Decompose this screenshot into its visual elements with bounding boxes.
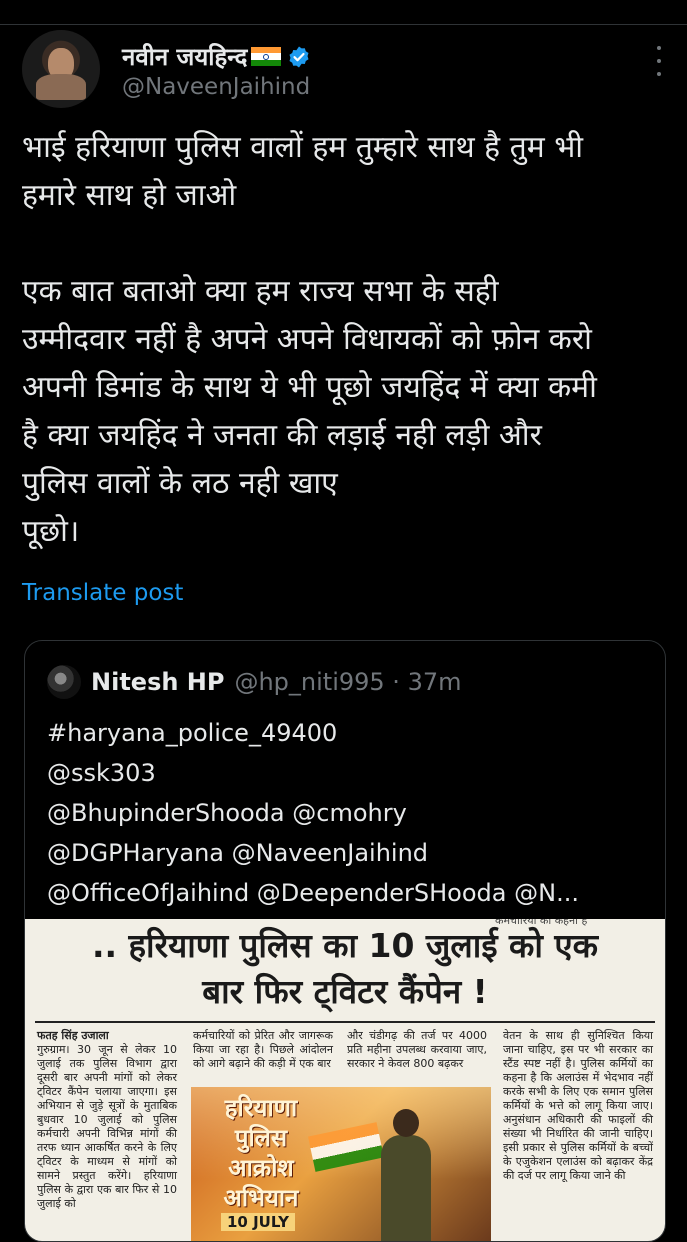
quoted-author-name[interactable]: Nitesh HP [91,668,224,696]
author-name-row[interactable]: नवीन जयहिन्द [122,40,311,73]
quoted-author-handle-time: @hp_niti995 · 37m [234,668,462,696]
clipping-column-1-text: गुरुग्राम। 30 जून से लेकर 10 जुलाई तक पु… [37,1043,177,1210]
clipping-byline: फतह सिंह उजाला [37,1029,109,1042]
clipping-column-4: वेतन के साथ ही सुनिश्चित किया जाना चाहिए… [503,1029,653,1182]
author-display-name[interactable]: नवीन जयहिन्द [122,40,247,73]
clipping-divider [35,1021,655,1023]
translate-post-link[interactable]: Translate post [22,580,183,606]
clipping-column-3: और चंडीगढ़ की तर्ज पर 4000 प्रति महीना उ… [347,1029,487,1070]
tweet-header: नवीन जयहिन्द @NaveenJaihind [22,28,672,108]
soldier-figure [308,1109,441,1241]
quoted-post-text: #haryana_police_49400 @ssk303 @Bhupinder… [47,719,579,907]
poster-title: हरियाणा पुलिस आक्रोश अभियान [223,1094,299,1212]
post-text: भाई हरियाणा पुलिस वालों हम तुम्हारे साथ … [22,130,597,549]
campaign-poster: हरियाणा पुलिस आक्रोश अभियान 10 JULY [191,1087,491,1241]
poster-date: 10 JULY [221,1213,295,1231]
quoted-post-header: Nitesh HP @hp_niti995 · 37m [47,665,461,699]
more-options-icon[interactable] [654,46,664,76]
top-divider [0,24,687,25]
clipping-column-2: कर्मचारियों को प्रेरित और जागरूक किया जा… [193,1029,333,1070]
quoted-post[interactable]: Nitesh HP @hp_niti995 · 37m #haryana_pol… [24,640,666,1242]
author-avatar[interactable] [22,30,100,108]
clipping-column-1: फतह सिंह उजाला गुरुग्राम। 30 जून से लेकर… [37,1029,177,1211]
clipping-headline: .. हरियाणा पुलिस का 10 जुलाई को एक बार फ… [91,926,599,1011]
author-handle[interactable]: @NaveenJaihind [122,74,310,100]
newspaper-clipping-image[interactable]: कर्मचारियों का कहना है .. हरियाणा पुलिस … [25,919,665,1241]
india-flag-icon [251,46,282,67]
quoted-author-avatar[interactable] [47,665,81,699]
verified-badge-icon [289,46,309,67]
